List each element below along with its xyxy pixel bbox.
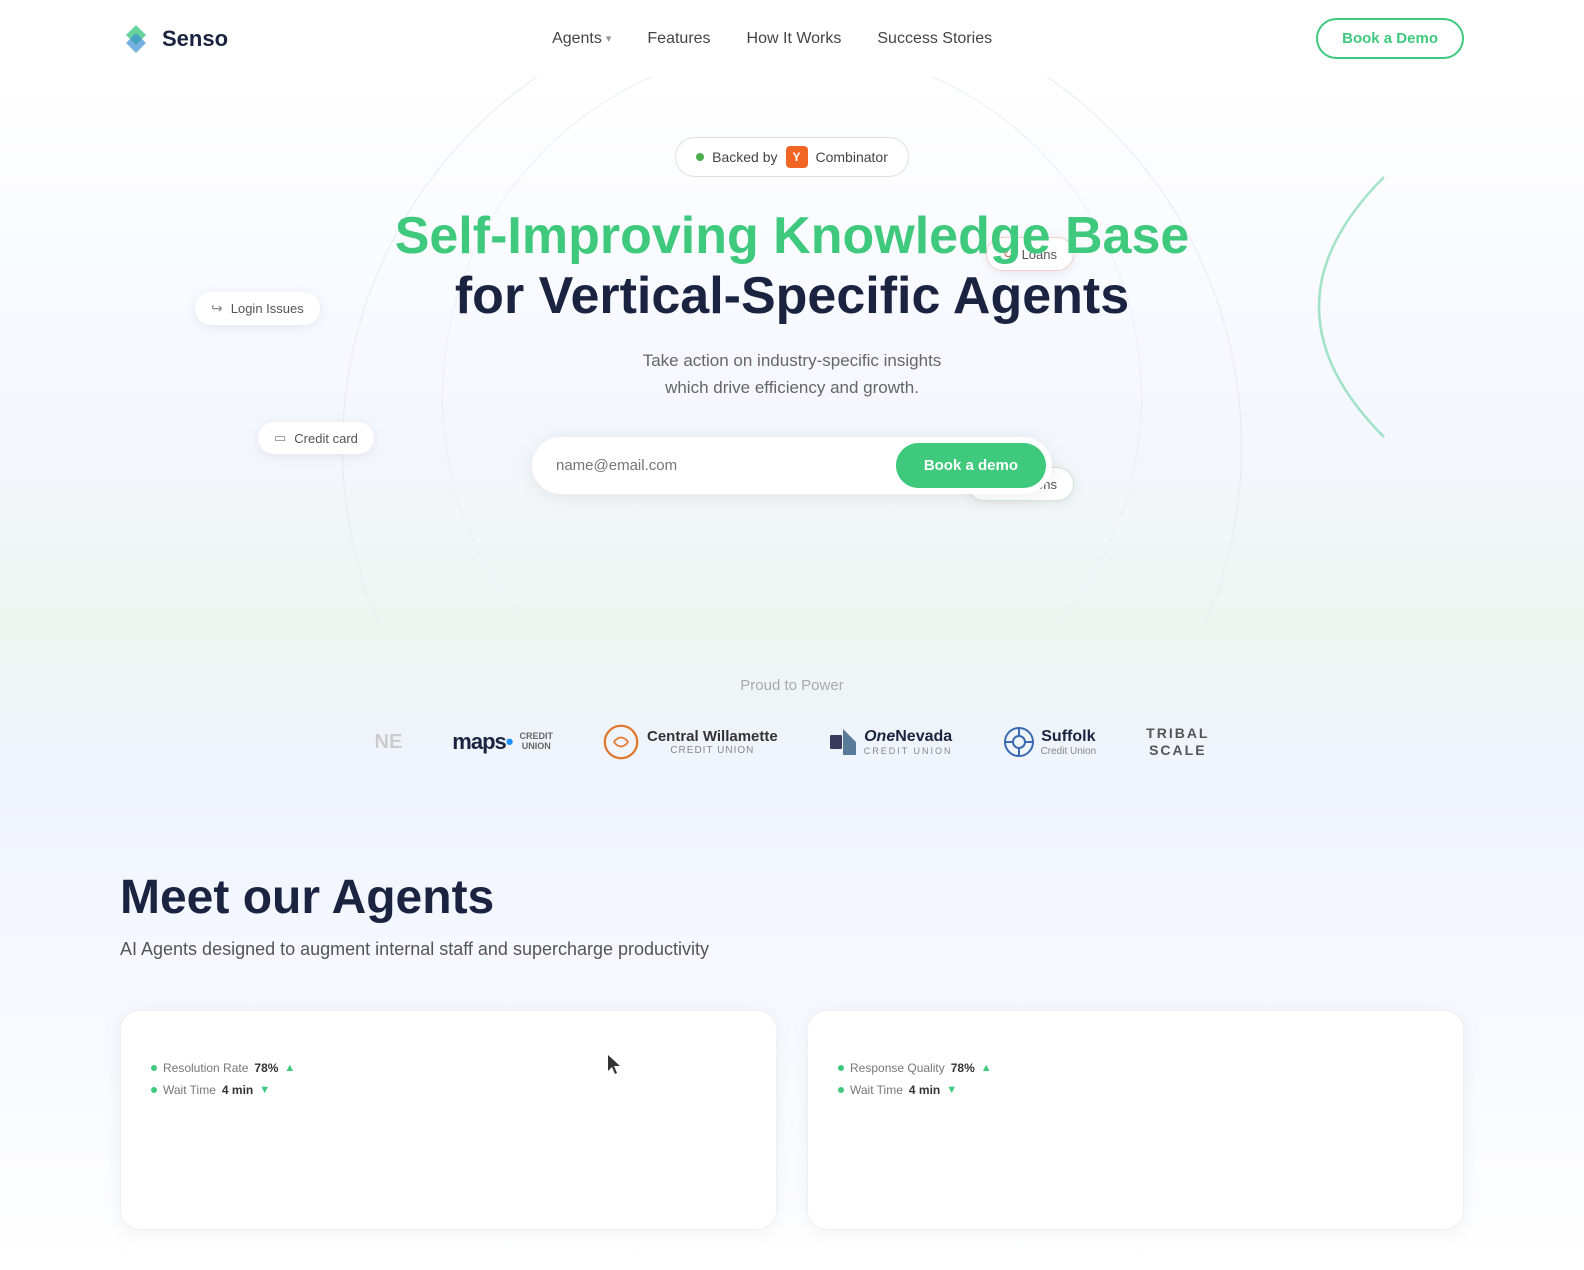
agents-section-title: Meet our Agents	[120, 870, 1464, 925]
agent-card-1: Resolution Rate 78% ▲ Wait Time 4 min ▼	[120, 1010, 777, 1230]
partial-logo: NE	[375, 731, 403, 754]
hero-subtitle: Take action on industry-specific insight…	[120, 347, 1464, 401]
card-1-stats: Resolution Rate 78% ▲ Wait Time 4 min ▼	[151, 1061, 746, 1097]
stat-dot-3	[838, 1065, 844, 1071]
stat-row-resolution: Resolution Rate 78% ▲	[151, 1061, 746, 1075]
stat-dot-1	[151, 1065, 157, 1071]
partner-central-willamette: Central Willamette CREDIT UNION	[603, 724, 778, 760]
arrow-down-icon: ▼	[259, 1084, 270, 1096]
nav-features[interactable]: Features	[647, 30, 710, 48]
agent-cards-row: Resolution Rate 78% ▲ Wait Time 4 min ▼ …	[120, 1010, 1464, 1230]
book-demo-cta-button[interactable]: Book a demo	[896, 443, 1046, 488]
nav-agents[interactable]: Agents ▾	[552, 30, 611, 48]
hero-title-green: Self-Improving Knowledge Base	[120, 207, 1464, 267]
proud-label: Proud to Power	[120, 677, 1464, 694]
stat-dot-2	[151, 1087, 157, 1093]
cursor-indicator	[608, 1055, 624, 1075]
logo-text: Senso	[162, 26, 228, 52]
partner-one-nevada: OneNevada CREDIT UNION	[828, 727, 953, 757]
suffolk-icon	[1003, 726, 1035, 758]
stat-row-wait: Wait Time 4 min ▼	[151, 1083, 746, 1097]
arrow-up-icon: ▲	[284, 1062, 295, 1074]
yc-badge: Backed by Y Combinator	[675, 137, 909, 177]
arrow-up-icon-2: ▲	[981, 1062, 992, 1074]
chevron-down-icon: ▾	[606, 32, 612, 45]
agents-section: Meet our Agents AI Agents designed to au…	[0, 790, 1584, 1270]
credit-card-icon: ▭	[274, 430, 286, 446]
stat-row-wait-2: Wait Time 4 min ▼	[838, 1083, 1433, 1097]
partner-logos-row: NE maps• CREDITUNION Central Willamette …	[120, 724, 1464, 760]
nav-how-it-works[interactable]: How It Works	[747, 30, 842, 48]
partner-tribal-scale: TRIBALSCALE	[1146, 725, 1209, 759]
hero-title-dark: for Vertical-Specific Agents	[120, 267, 1464, 327]
yc-logo: Y	[786, 146, 808, 168]
nav-links: Agents ▾ Features How It Works Success S…	[552, 30, 992, 48]
stat-dot-4	[838, 1087, 844, 1093]
yc-dot	[696, 153, 704, 161]
one-nevada-icon	[828, 727, 858, 757]
nav-book-demo-button[interactable]: Book a Demo	[1316, 18, 1464, 59]
logo-icon	[120, 23, 152, 55]
email-form: Book a demo	[532, 437, 1052, 494]
arrow-down-icon-2: ▼	[946, 1084, 957, 1096]
badge-credit-card: ▭ Credit card	[258, 422, 374, 454]
proud-section: Proud to Power NE maps• CREDITUNION Cent…	[0, 627, 1584, 790]
navbar: Senso Agents ▾ Features How It Works Suc…	[0, 0, 1584, 77]
stat-row-quality: Response Quality 78% ▲	[838, 1061, 1433, 1075]
agents-section-subtitle: AI Agents designed to augment internal s…	[120, 939, 1464, 960]
partner-suffolk: Suffolk Credit Union	[1003, 726, 1097, 758]
agent-card-2: Response Quality 78% ▲ Wait Time 4 min ▼	[807, 1010, 1464, 1230]
partner-maps: maps• CREDITUNION	[452, 729, 553, 755]
hero-section: ↪ Login Issues ▭ Credit card ↻ Loans ✉ E…	[0, 77, 1584, 627]
logo[interactable]: Senso	[120, 23, 228, 55]
cw-icon	[603, 724, 639, 760]
email-input[interactable]	[556, 457, 896, 474]
nav-success-stories[interactable]: Success Stories	[877, 30, 992, 48]
card-2-stats: Response Quality 78% ▲ Wait Time 4 min ▼	[838, 1061, 1433, 1097]
